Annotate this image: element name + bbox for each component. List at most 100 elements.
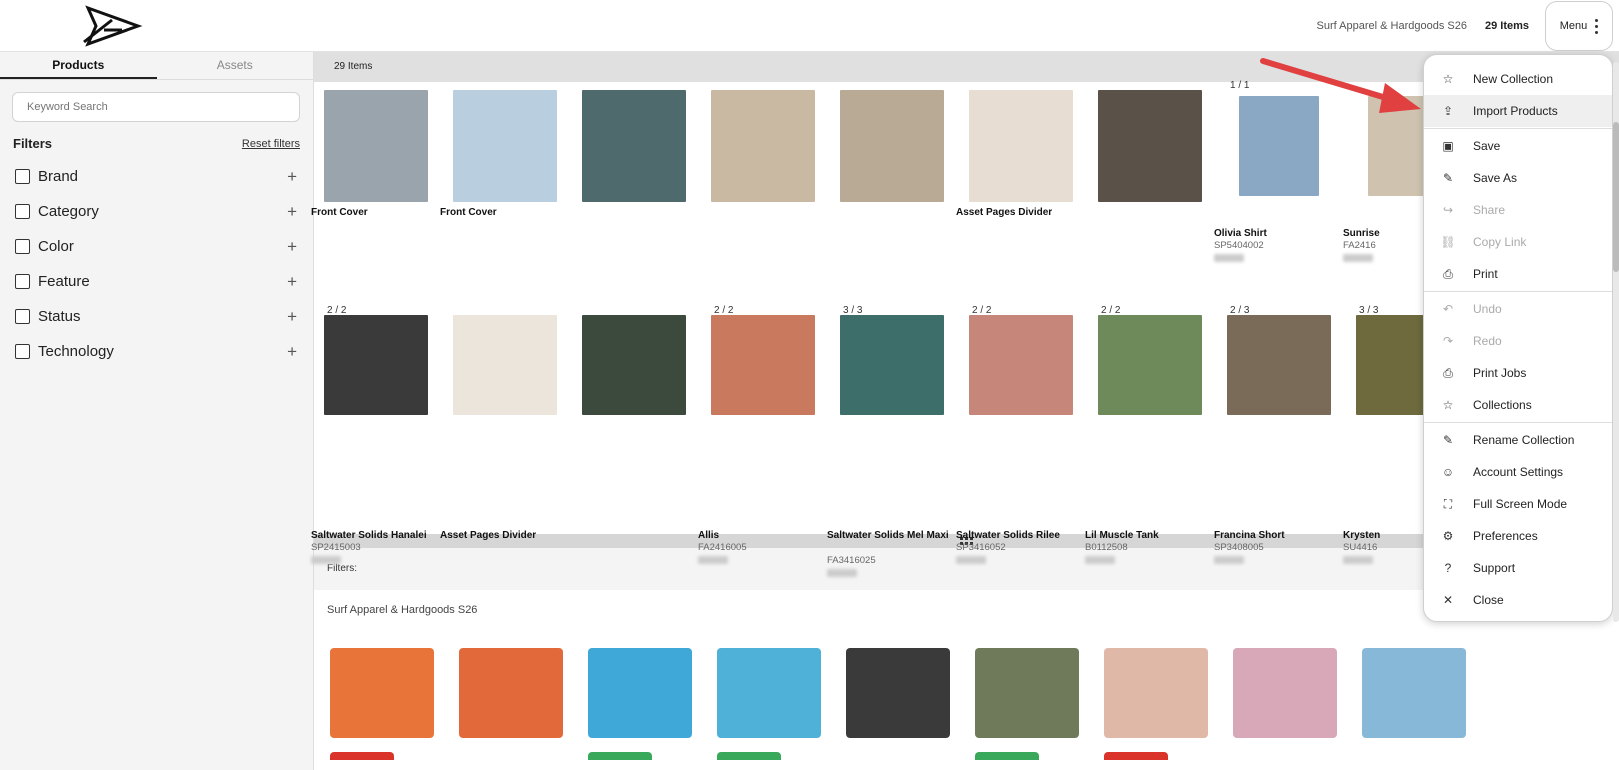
reset-filters-link[interactable]: Reset filters xyxy=(242,138,300,150)
page-scrollbar[interactable] xyxy=(1613,62,1619,622)
menu-item-support[interactable]: ? Support xyxy=(1424,552,1612,584)
variant-pager[interactable]: 1 / 1 xyxy=(1230,80,1249,91)
menu-item-preferences[interactable]: ⚙ Preferences xyxy=(1424,520,1612,552)
filter-checkbox[interactable] xyxy=(15,204,30,219)
menu-item-collections[interactable]: ☆ Collections xyxy=(1424,389,1612,421)
card-image xyxy=(969,315,1073,415)
menu-item-label: Save xyxy=(1473,139,1501,153)
card-image xyxy=(969,90,1073,202)
rename-collection-icon: ✎ xyxy=(1442,433,1454,447)
grid-card[interactable]: 2 / 2 Lil Muscle Tank B0112508 xyxy=(1085,305,1214,564)
grid-card[interactable]: 2 / 2 Allis FA2416005 xyxy=(698,305,827,564)
filter-row-technology[interactable]: Technology + xyxy=(0,334,313,369)
product-image xyxy=(330,648,434,738)
product-thumbnail[interactable] xyxy=(1098,640,1213,760)
card-price-blurred xyxy=(698,556,728,564)
card-image xyxy=(582,315,686,415)
card-image xyxy=(1098,315,1202,415)
product-thumbnail[interactable] xyxy=(711,640,826,760)
grid-card[interactable]: 3 / 3 Saltwater Solids Mel Maxi FA3416025 xyxy=(827,305,956,577)
sidebar: Products Assets Filters Reset filters Br… xyxy=(0,52,314,770)
card-title: Lil Muscle Tank xyxy=(1085,530,1159,541)
product-thumbnail[interactable] xyxy=(1227,640,1342,745)
filter-label: Category xyxy=(38,203,99,220)
card-image xyxy=(324,90,428,202)
menu-item-save[interactable]: ▣ Save xyxy=(1424,130,1612,162)
menu-item-full-screen-mode[interactable]: ⛶ Full Screen Mode xyxy=(1424,488,1612,520)
menu-item-label: Account Settings xyxy=(1473,465,1564,479)
keyword-search-input[interactable] xyxy=(12,92,300,122)
card-price-blurred xyxy=(1343,556,1373,564)
menu-item-label: Print Jobs xyxy=(1473,366,1527,380)
card-price-blurred xyxy=(1214,556,1244,564)
menu-item-account-settings[interactable]: ☺ Account Settings xyxy=(1424,456,1612,488)
expand-plus-icon[interactable]: + xyxy=(287,167,297,187)
grid-card[interactable] xyxy=(701,82,827,292)
expand-plus-icon[interactable]: + xyxy=(287,202,297,222)
undo-icon: ↶ xyxy=(1442,302,1454,316)
filter-checkbox[interactable] xyxy=(15,344,30,359)
card-title: Saltwater Solids Hanalei xyxy=(311,530,427,541)
expand-plus-icon[interactable]: + xyxy=(287,237,297,257)
copy-link-icon: ⛓ xyxy=(1440,235,1456,249)
expand-plus-icon[interactable]: + xyxy=(287,307,297,327)
filter-checkbox[interactable] xyxy=(15,309,30,324)
filter-row-feature[interactable]: Feature + xyxy=(0,264,313,299)
expand-plus-icon[interactable]: + xyxy=(287,272,297,292)
tab-assets[interactable]: Assets xyxy=(157,52,314,79)
menu-item-rename-collection[interactable]: ✎ Rename Collection xyxy=(1424,424,1612,456)
filter-checkbox[interactable] xyxy=(15,274,30,289)
tab-products[interactable]: Products xyxy=(0,52,157,79)
filter-row-status[interactable]: Status + xyxy=(0,299,313,334)
product-thumbnail[interactable] xyxy=(969,640,1084,760)
grid-card[interactable]: 2 / 2 Saltwater Solids Rilee SP3416052 xyxy=(956,305,1085,564)
menu-item-new-collection[interactable]: ☆ New Collection xyxy=(1424,63,1612,95)
close-icon: ✕ xyxy=(1442,593,1454,607)
expand-plus-icon[interactable]: + xyxy=(287,342,297,362)
filter-checkbox[interactable] xyxy=(15,239,30,254)
card-sku: SP3416052 xyxy=(956,542,1006,553)
filter-list: Brand + Category + Color + Feature + Status + Tech… xyxy=(0,159,313,369)
card-title: Asset Pages Divider xyxy=(956,207,1053,218)
filter-checkbox[interactable] xyxy=(15,169,30,184)
product-thumbnail[interactable] xyxy=(453,640,568,745)
brand-logo-icon[interactable] xyxy=(82,4,144,48)
product-thumbnail[interactable] xyxy=(1356,640,1471,745)
menu-item-label: Full Screen Mode xyxy=(1473,497,1568,511)
product-image xyxy=(717,648,821,738)
menu-item-close[interactable]: ✕ Close xyxy=(1424,584,1612,616)
grid-card[interactable]: Asset Pages Divider xyxy=(440,307,569,541)
grid-card[interactable]: Front Cover xyxy=(311,82,440,292)
menu-item-import-products[interactable]: ⇪ Import Products xyxy=(1424,95,1612,127)
support-icon: ? xyxy=(1444,561,1452,575)
product-thumbnail[interactable] xyxy=(582,640,697,760)
filter-row-brand[interactable]: Brand + xyxy=(0,159,313,194)
grid-card[interactable]: 2 / 2 Saltwater Solids Hanalei SP2415003 xyxy=(311,305,440,564)
menu-item-redo: ↷ Redo xyxy=(1424,325,1612,357)
menu-button[interactable]: Menu xyxy=(1545,1,1613,51)
menu-item-label: Collections xyxy=(1473,398,1532,412)
menu-item-print-jobs[interactable]: ⎙ Print Jobs xyxy=(1424,357,1612,389)
filter-label: Status xyxy=(38,308,81,325)
product-thumbnail[interactable] xyxy=(324,640,439,760)
product-thumbnail[interactable] xyxy=(840,640,955,745)
grid-card[interactable] xyxy=(572,307,698,517)
card-title: Allis xyxy=(698,530,720,541)
grid-card[interactable]: Asset Pages Divider xyxy=(956,82,1085,292)
menu-item-label: Share xyxy=(1473,203,1506,217)
filter-row-category[interactable]: Category + xyxy=(0,194,313,229)
grid-card[interactable] xyxy=(1088,82,1214,292)
account-settings-icon: ☺ xyxy=(1441,465,1455,479)
filter-row-color[interactable]: Color + xyxy=(0,229,313,264)
filter-label: Technology xyxy=(38,343,114,360)
card-title: Saltwater Solids Rilee xyxy=(956,530,1060,541)
menu-item-save-as[interactable]: ✎ Save As xyxy=(1424,162,1612,194)
grid-card[interactable]: Front Cover xyxy=(440,82,569,292)
grid-card[interactable] xyxy=(572,82,698,292)
grid-card[interactable]: 2 / 3 Francina Short SP3408005 xyxy=(1214,305,1343,564)
sidebar-tabs: Products Assets xyxy=(0,52,313,80)
menu-item-print[interactable]: ⎙ Print xyxy=(1424,258,1612,290)
grid-card[interactable] xyxy=(830,82,956,292)
redo-icon: ↷ xyxy=(1442,334,1454,348)
menu-item-label: Import Products xyxy=(1473,104,1558,118)
